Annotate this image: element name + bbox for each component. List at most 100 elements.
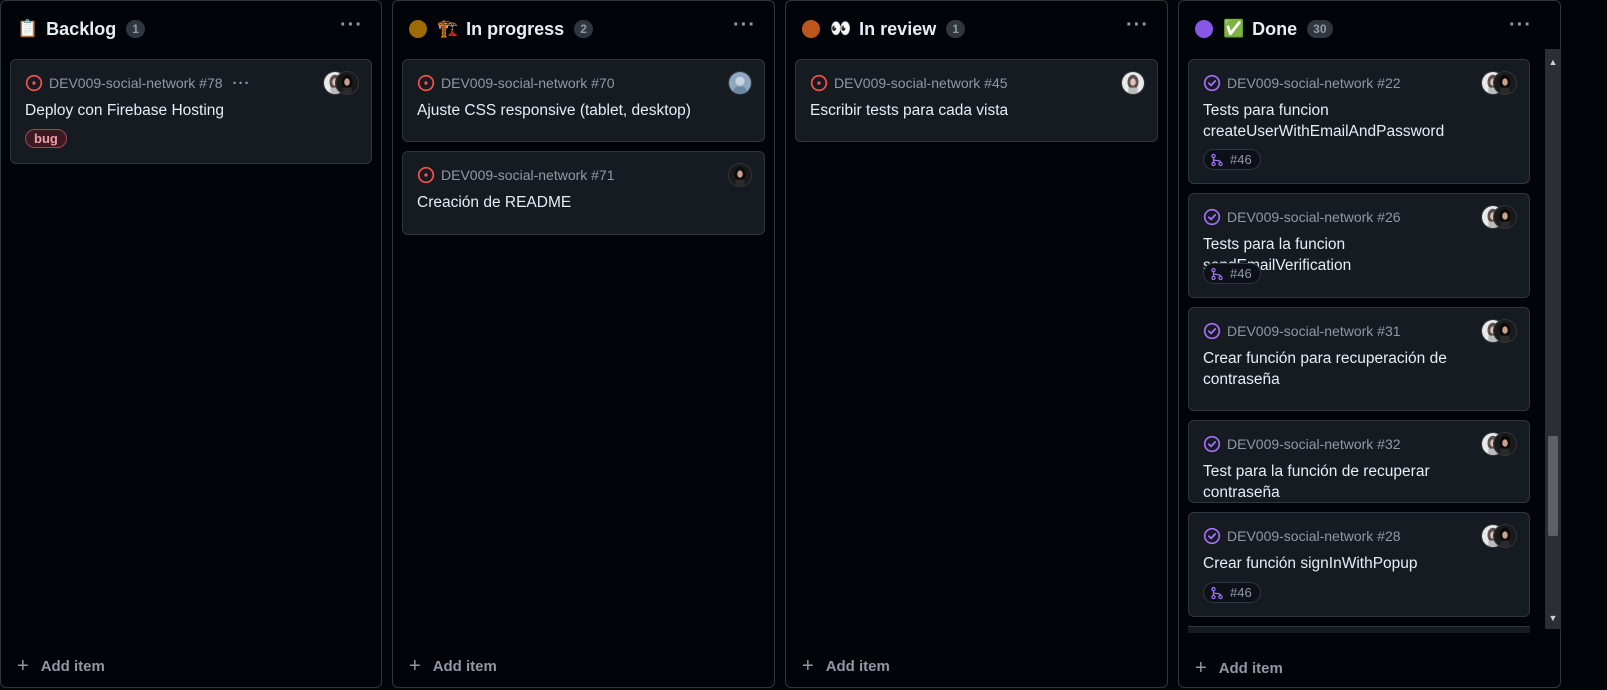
issue-opened-icon [810, 74, 828, 92]
card-issue-32[interactable]: DEV009-social-network #32 Test para la f… [1188, 420, 1530, 503]
card-issue-70[interactable]: DEV009-social-network #70 Ajuste CSS res… [402, 59, 765, 142]
card-title[interactable]: Ajuste CSS responsive (tablet, desktop) [417, 100, 724, 121]
scroll-down-arrow-icon[interactable]: ▼ [1545, 611, 1561, 625]
pull-request-number: #46 [1230, 266, 1252, 281]
avatar[interactable] [1493, 205, 1517, 229]
linked-pull-request[interactable]: #46 [1203, 149, 1261, 170]
issue-closed-icon [1203, 527, 1221, 545]
linked-pull-request[interactable]: #46 [1203, 582, 1261, 603]
add-item-label: Add item [40, 657, 105, 675]
avatar[interactable] [1121, 71, 1145, 95]
issue-reference[interactable]: DEV009-social-network #28 [1227, 528, 1401, 544]
add-item-label: Add item [432, 657, 497, 675]
clipboard-icon: 📋 [17, 19, 39, 39]
column-done: ✅ Done 30 ··· DEV009-social-network #22 … [1178, 0, 1561, 688]
plus-icon: + [17, 655, 29, 677]
card-issue-45[interactable]: DEV009-social-network #45 Escribir tests… [795, 59, 1158, 142]
issue-closed-icon [1203, 208, 1221, 226]
card-title[interactable]: Tests para funcion createUserWithEmailAn… [1203, 100, 1489, 142]
column-in-review: 👀 In review 1 ··· DEV009-social-network … [785, 0, 1168, 688]
add-item-button[interactable]: + Add item [802, 655, 890, 677]
issue-reference[interactable]: DEV009-social-network #32 [1227, 436, 1401, 452]
avatar[interactable] [728, 163, 752, 187]
column-header: 🏗️ In progress 2 ··· [393, 1, 774, 57]
assignees [728, 163, 752, 187]
column-in-progress: 🏗️ In progress 2 ··· DEV009-social-netwo… [392, 0, 775, 688]
column-title: In review [859, 18, 937, 39]
check-mark-icon: ✅ [1223, 19, 1245, 39]
next-card-peek [1188, 626, 1530, 633]
column-menu-icon[interactable]: ··· [340, 15, 363, 35]
card-title[interactable]: Crear función para recuperación de contr… [1203, 348, 1489, 390]
column-backlog: 📋 Backlog 1 ··· DEV009-social-network #7… [0, 0, 382, 688]
issue-opened-icon [25, 74, 43, 92]
issue-closed-icon [1203, 74, 1221, 92]
card-title[interactable]: Test para la función de recuperar contra… [1203, 461, 1489, 503]
card-title[interactable]: Creación de README [417, 192, 724, 213]
issue-closed-icon [1203, 322, 1221, 340]
issue-reference[interactable]: DEV009-social-network #26 [1227, 209, 1401, 225]
add-item-button[interactable]: + Add item [1195, 658, 1283, 678]
assignees [1481, 319, 1517, 343]
assignees [728, 71, 752, 95]
card-title[interactable]: Escribir tests para cada vista [810, 100, 1117, 121]
assignees [1481, 205, 1517, 229]
card-issue-22[interactable]: DEV009-social-network #22 Tests para fun… [1188, 59, 1530, 184]
item-count: 1 [946, 20, 965, 38]
eyes-icon: 👀 [830, 19, 852, 39]
vertical-scrollbar[interactable]: ▲ ▼ [1545, 49, 1561, 629]
card-title[interactable]: Crear función signInWithPopup [1203, 553, 1489, 574]
scroll-up-arrow-icon[interactable]: ▲ [1545, 55, 1561, 69]
add-item-label: Add item [825, 657, 890, 675]
linked-pull-request[interactable]: #46 [1203, 263, 1261, 284]
column-menu-icon[interactable]: ··· [733, 15, 756, 35]
add-item-button[interactable]: + Add item [17, 655, 105, 677]
column-menu-icon[interactable]: ··· [1126, 15, 1149, 35]
issue-reference[interactable]: DEV009-social-network #71 [441, 167, 615, 183]
column-header: 👀 In review 1 ··· [786, 1, 1167, 57]
column-title: In progress [466, 18, 565, 39]
git-pull-request-icon [1210, 153, 1224, 167]
avatar[interactable] [1493, 432, 1517, 456]
label-bug[interactable]: bug [25, 129, 67, 148]
card-issue-71[interactable]: DEV009-social-network #71 Creación de RE… [402, 151, 765, 235]
avatar[interactable] [335, 71, 359, 95]
assignees [1481, 524, 1517, 548]
column-header: ✅ Done 30 ··· [1179, 1, 1560, 57]
issue-reference[interactable]: DEV009-social-network #31 [1227, 323, 1401, 339]
card-issue-26[interactable]: DEV009-social-network #26 Tests para la … [1188, 193, 1530, 298]
assignees [1481, 71, 1517, 95]
column-title: Done [1252, 18, 1298, 39]
column-header: 📋 Backlog 1 ··· [1, 1, 381, 57]
scrollbar-thumb[interactable] [1548, 436, 1558, 536]
issue-reference[interactable]: DEV009-social-network #78 [49, 75, 223, 91]
status-color-dot [1195, 20, 1213, 38]
add-item-button[interactable]: + Add item [409, 655, 497, 677]
card-issue-28[interactable]: DEV009-social-network #28 Crear función … [1188, 512, 1530, 617]
avatar[interactable] [1493, 71, 1517, 95]
plus-icon: + [802, 655, 814, 677]
avatar[interactable] [728, 71, 752, 95]
avatar[interactable] [1493, 524, 1517, 548]
plus-icon: + [409, 655, 421, 677]
card-issue-31[interactable]: DEV009-social-network #31 Crear función … [1188, 307, 1530, 411]
issue-reference[interactable]: DEV009-social-network #22 [1227, 75, 1401, 91]
column-menu-icon[interactable]: ··· [1509, 15, 1532, 35]
issue-opened-icon [417, 74, 435, 92]
avatar[interactable] [1493, 319, 1517, 343]
card-title[interactable]: Deploy con Firebase Hosting [25, 100, 331, 121]
card-menu-icon[interactable]: ··· [233, 75, 251, 92]
item-count: 1 [126, 20, 145, 38]
assignees [1121, 71, 1145, 95]
issue-reference[interactable]: DEV009-social-network #45 [834, 75, 1008, 91]
item-count: 30 [1307, 20, 1333, 38]
construction-icon: 🏗️ [437, 19, 459, 39]
status-color-dot [802, 20, 820, 38]
card-issue-78[interactable]: DEV009-social-network #78 ··· Deploy con… [10, 59, 372, 164]
item-count: 2 [574, 20, 593, 38]
issue-reference[interactable]: DEV009-social-network #70 [441, 75, 615, 91]
pull-request-number: #46 [1230, 585, 1252, 600]
git-pull-request-icon [1210, 586, 1224, 600]
pull-request-number: #46 [1230, 152, 1252, 167]
issue-closed-icon [1203, 435, 1221, 453]
